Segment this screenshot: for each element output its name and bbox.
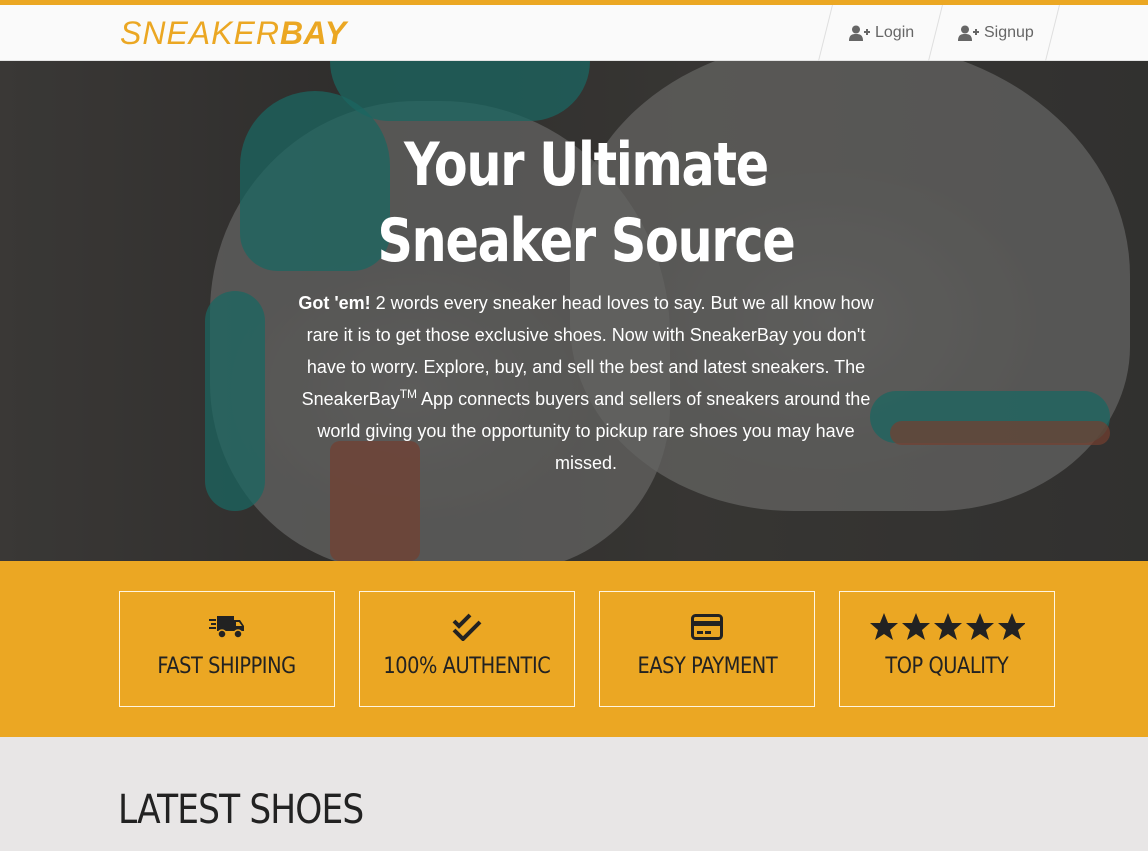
hero-description: Got 'em! 2 words every sneaker head love… bbox=[286, 287, 886, 479]
navbar: SNEAKERBAY Login Signup bbox=[0, 5, 1148, 61]
double-check-icon bbox=[452, 610, 482, 644]
shipping-truck-icon bbox=[209, 610, 245, 644]
feature-easy-payment: EASY PAYMENT bbox=[599, 591, 815, 707]
hero-title: Your Ultimate Sneaker Source bbox=[377, 130, 795, 276]
feature-authentic: 100% AUTHENTIC bbox=[359, 591, 575, 707]
feature-fast-shipping: FAST SHIPPING bbox=[119, 591, 335, 707]
logo-text-bold: BAY bbox=[279, 15, 347, 51]
latest-shoes-heading: LATEST SHOES bbox=[118, 787, 364, 833]
brand-logo[interactable]: SNEAKERBAY bbox=[120, 15, 347, 51]
signup-link[interactable]: Signup bbox=[958, 5, 1034, 61]
logo-text-light: SNEAKER bbox=[120, 15, 280, 51]
credit-card-icon bbox=[691, 610, 723, 644]
nav-divider bbox=[1045, 5, 1060, 61]
features-band: FAST SHIPPING 100% AUTHENTIC EASY PAYMEN… bbox=[0, 561, 1148, 737]
feature-label: 100% AUTHENTIC bbox=[383, 654, 551, 679]
nav-divider bbox=[928, 5, 943, 61]
user-plus-icon bbox=[849, 25, 870, 41]
feature-label: FAST SHIPPING bbox=[157, 654, 297, 679]
hero-section: Your Ultimate Sneaker Source Got 'em! 2 … bbox=[0, 61, 1148, 561]
latest-shoes-section: LATEST SHOES bbox=[0, 737, 1148, 851]
feature-label: EASY PAYMENT bbox=[637, 654, 777, 679]
hero-text-bold: Got 'em! bbox=[298, 293, 371, 313]
five-stars-icon bbox=[869, 610, 1025, 644]
login-label: Login bbox=[875, 24, 915, 41]
login-link[interactable]: Login bbox=[849, 5, 914, 61]
trademark-sup: TM bbox=[399, 387, 418, 401]
feature-label: TOP QUALITY bbox=[885, 654, 1009, 679]
nav-divider bbox=[818, 5, 833, 61]
user-plus-icon bbox=[958, 25, 979, 41]
feature-top-quality: TOP QUALITY bbox=[839, 591, 1055, 707]
hero-text-part2: App connects buyers and sellers of sneak… bbox=[317, 389, 871, 473]
signup-label: Signup bbox=[984, 24, 1034, 41]
